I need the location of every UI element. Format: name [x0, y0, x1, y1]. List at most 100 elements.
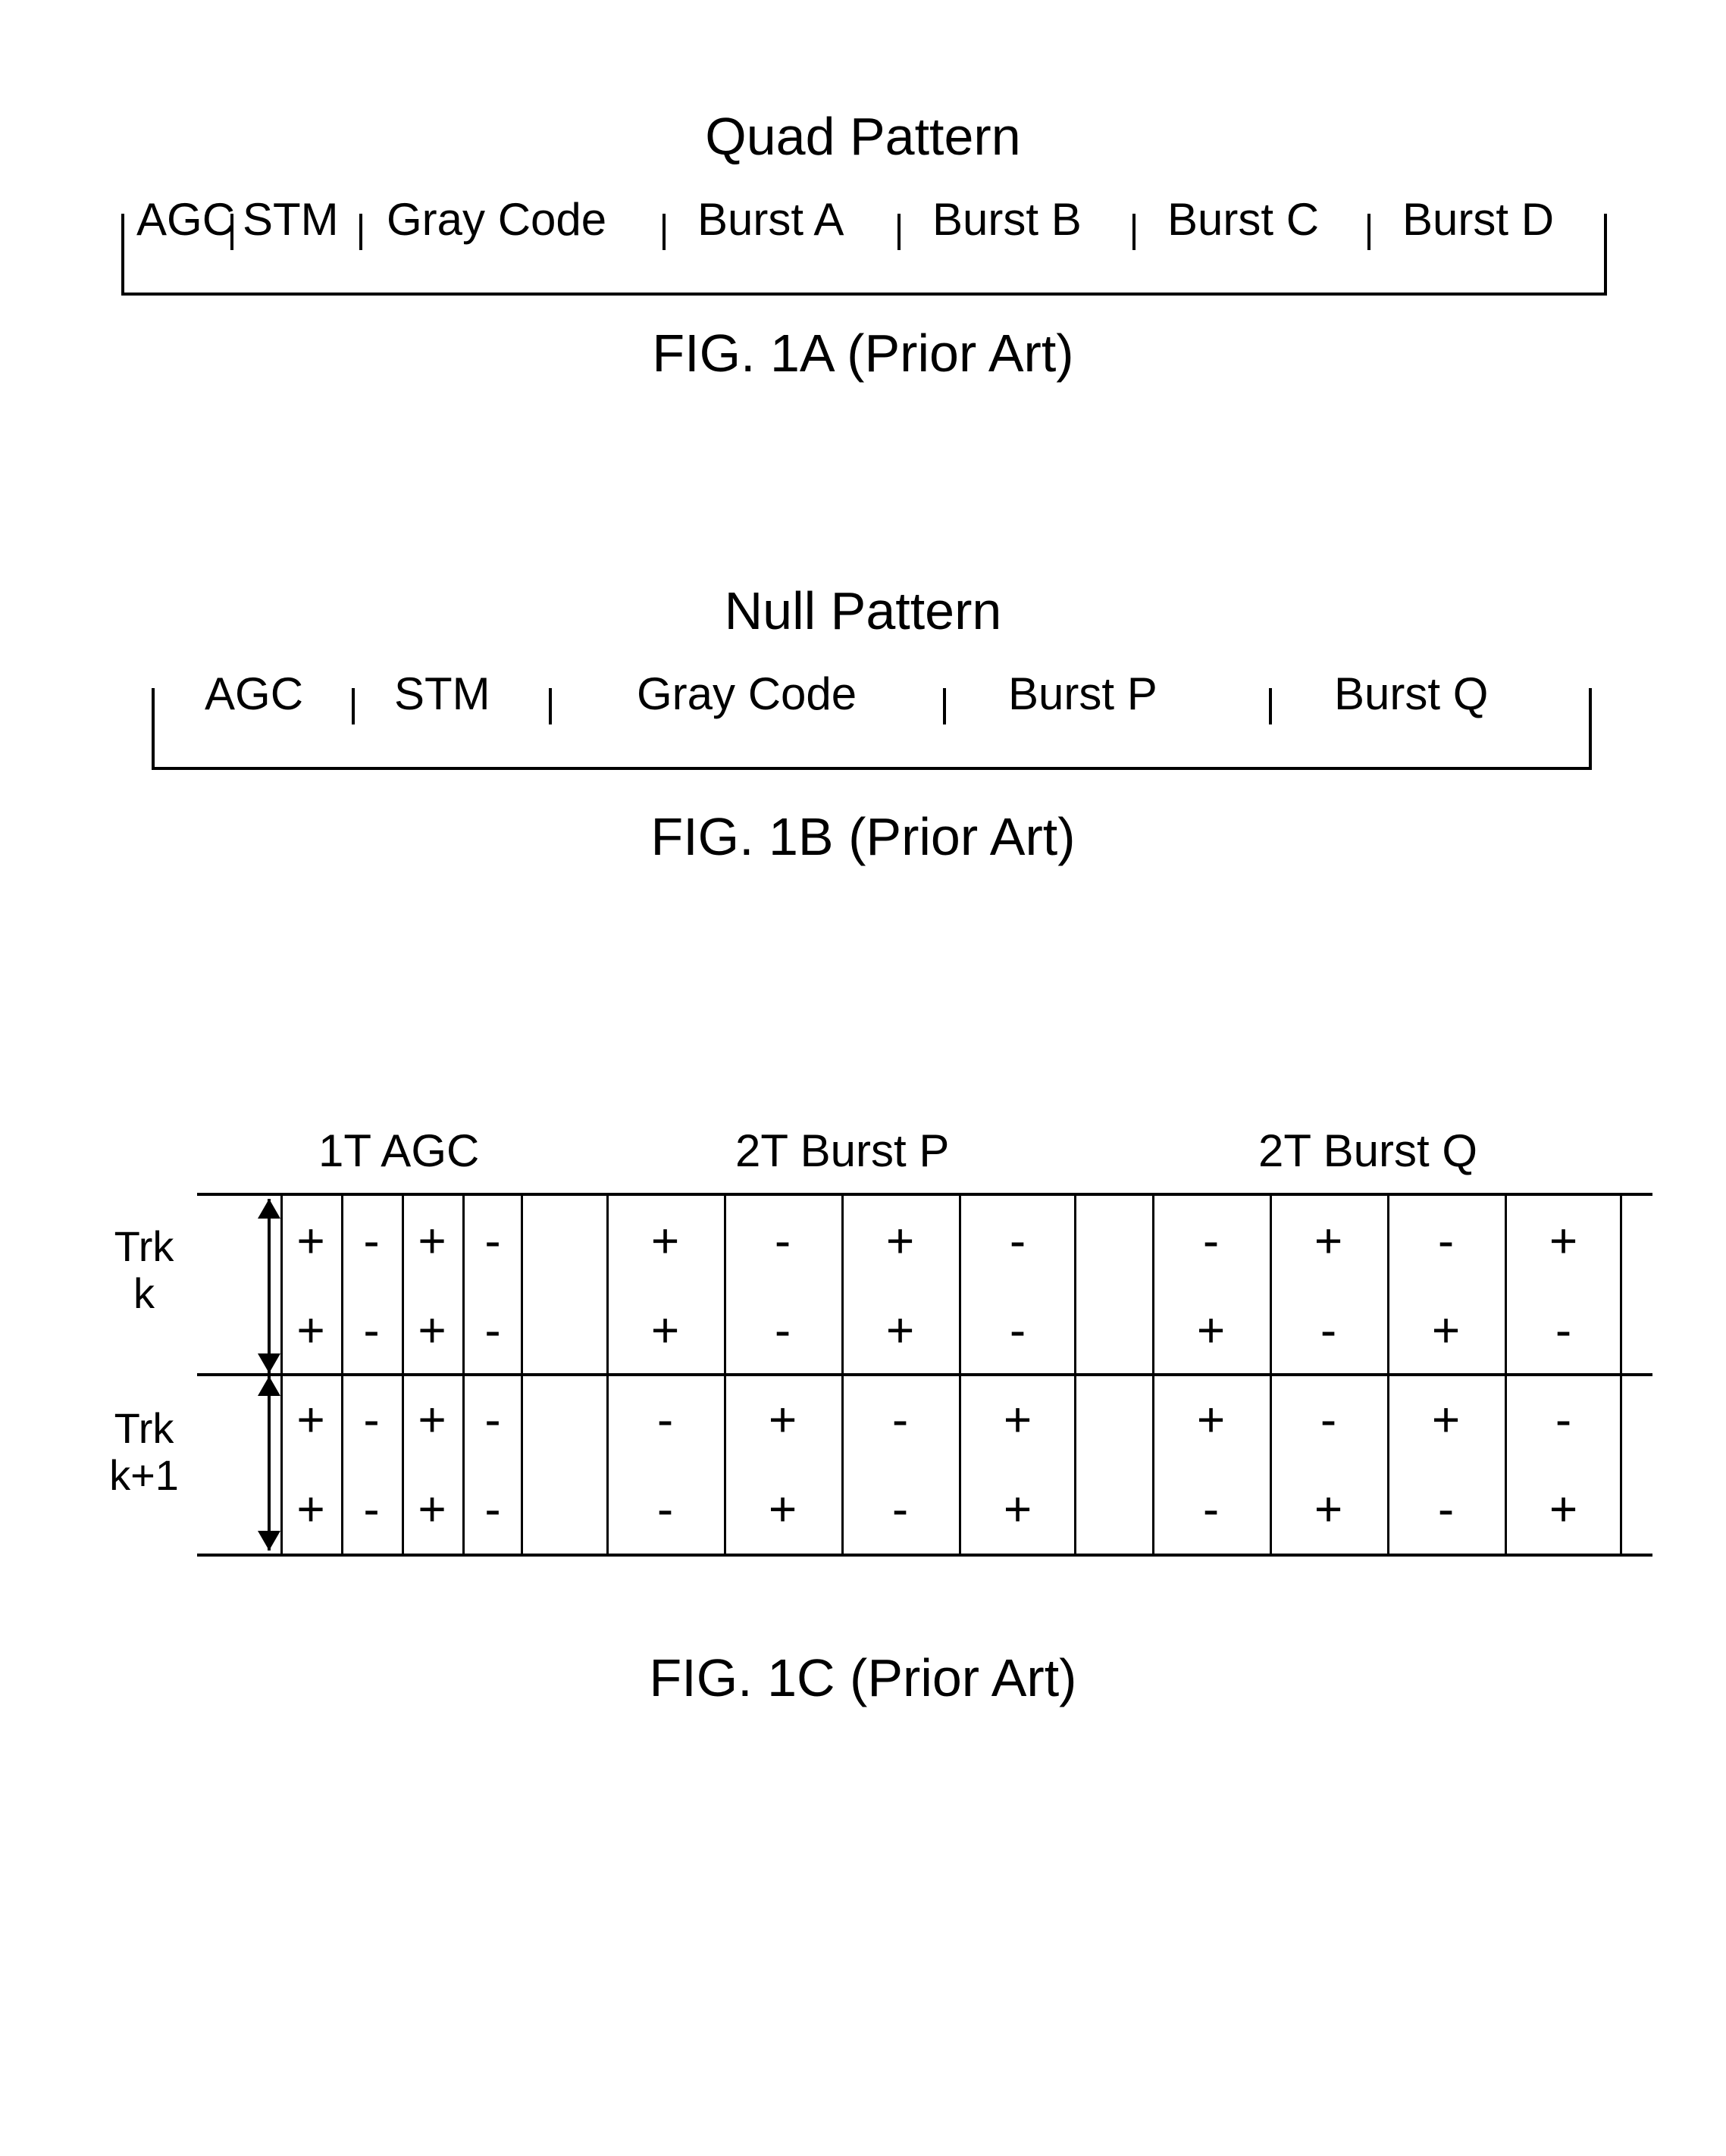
agc-r1c0: + [280, 1285, 341, 1375]
fig1b-title: Null Pattern [91, 580, 1635, 641]
bp-r3c2: - [841, 1464, 959, 1563]
figure-1a: Quad Pattern AGC STM Gray Code Burst A B… [91, 106, 1635, 383]
fig1c-body: Trk k Trk k+1 [91, 1193, 1635, 1557]
fig1b-field-graycode: Gray Code [637, 668, 857, 720]
bp-r2c0: - [606, 1375, 724, 1473]
bq-r2c1: - [1270, 1375, 1387, 1473]
bp-r1c1: - [724, 1285, 841, 1384]
bq-r3c1: + [1270, 1464, 1387, 1554]
fig1a-field-agc: AGC [136, 193, 235, 246]
fig1b-labels-row: AGC STM Gray Code Burst P Burst Q [152, 664, 1592, 724]
fig1c-track-k-label: Trk k [91, 1223, 197, 1316]
fig1a-div-1 [230, 214, 233, 250]
fig1b-caption: FIG. 1B (Prior Art) [91, 806, 1635, 867]
fig1b-div-4 [1269, 688, 1272, 724]
fig1c-caption: FIG. 1C (Prior Art) [91, 1648, 1635, 1708]
agc-r3c1: - [341, 1464, 402, 1563]
bp-r3c0: - [606, 1464, 724, 1563]
agc-r2c2: + [402, 1375, 462, 1464]
fig1b-field-burstp: Burst P [1008, 668, 1157, 720]
figure-1b: Null Pattern AGC STM Gray Code Burst P B… [91, 580, 1635, 867]
fig1c-block-burstq: - + - + + - + - + - + - - + - + [1152, 1196, 1622, 1554]
fig1a-field-burstd: Burst D [1402, 193, 1554, 246]
agc-r1c2: + [402, 1285, 462, 1375]
fig1c-headers: 1T AGC 2T Burst P 2T Burst Q [91, 1125, 1635, 1193]
fig1a-field-bursta: Burst A [697, 193, 844, 246]
bp-r2c2: - [841, 1375, 959, 1473]
bq-r0c1: + [1270, 1196, 1387, 1285]
fig1a-field-burstc: Burst C [1167, 193, 1319, 246]
bp-r0c3: - [959, 1196, 1076, 1294]
bp-r2c1: + [724, 1375, 841, 1464]
fig1a-labels-row: AGC STM Gray Code Burst A Burst B Burst … [121, 189, 1607, 250]
agc-r0c2: + [402, 1196, 462, 1285]
fig1a-div-6 [1367, 214, 1370, 250]
fig1b-div-1 [352, 688, 355, 724]
agc-r1c3: - [462, 1285, 523, 1384]
track-k1-top: Trk [114, 1404, 174, 1452]
fig1c-track-k1-label: Trk k+1 [91, 1405, 197, 1498]
bq-r1c0: + [1152, 1285, 1270, 1375]
fig1a-strip [121, 250, 1607, 296]
fig1a-div-5 [1132, 214, 1136, 250]
agc-r2c3: - [462, 1375, 523, 1473]
track-k-top: Trk [114, 1222, 174, 1270]
bp-r1c3: - [959, 1285, 1076, 1384]
bp-r1c2: + [841, 1285, 959, 1375]
fig1b-div-left [152, 688, 155, 724]
track-k-bot: k [133, 1269, 155, 1317]
fig1a-field-burstb: Burst B [932, 193, 1082, 246]
fig1a-field-stm: STM [243, 193, 339, 246]
bq-r1c2: + [1387, 1285, 1505, 1375]
fig1a-div-2 [359, 214, 362, 250]
agc-r1c1: - [341, 1285, 402, 1384]
fig1a-title: Quad Pattern [91, 106, 1635, 167]
agc-r2c0: + [280, 1375, 341, 1464]
fig1c-header-burstp: 2T Burst P [735, 1125, 949, 1177]
fig1c-block-burstp: + - + - + - + - - + - + - + - + [606, 1196, 1076, 1554]
fig1b-div-3 [943, 688, 946, 724]
fig1c-block-agc: + - + - + - + - + - + - + - + - [280, 1196, 523, 1554]
page: Quad Pattern AGC STM Gray Code Burst A B… [0, 0, 1726, 2156]
agc-r0c1: - [341, 1196, 402, 1294]
bp-r0c1: - [724, 1196, 841, 1294]
fig1c-header-agc: 1T AGC [318, 1125, 479, 1177]
bp-r3c1: + [724, 1464, 841, 1554]
bq-r3c0: - [1152, 1464, 1270, 1563]
agc-r3c0: + [280, 1464, 341, 1554]
fig1a-div-right [1604, 214, 1607, 250]
fig1a-caption: FIG. 1A (Prior Art) [91, 323, 1635, 383]
bq-r1c3: - [1505, 1285, 1622, 1384]
bq-r0c3: + [1505, 1196, 1622, 1285]
dim-arrow-trk-k1 [258, 1376, 280, 1551]
agc-r2c1: - [341, 1375, 402, 1473]
fig1b-strip [152, 724, 1592, 770]
bp-r0c0: + [606, 1196, 724, 1285]
dim-arrow-trk-k [258, 1199, 280, 1373]
fig1b-div-right [1589, 688, 1592, 724]
fig1b-field-agc: AGC [205, 668, 303, 720]
bq-r3c3: + [1505, 1464, 1622, 1554]
bq-r0c2: - [1387, 1196, 1505, 1294]
bq-r0c0: - [1152, 1196, 1270, 1294]
bq-r3c2: - [1387, 1464, 1505, 1563]
fig1a-div-3 [663, 214, 666, 250]
bp-r1c0: + [606, 1285, 724, 1375]
bq-r2c3: - [1505, 1375, 1622, 1473]
fig1a-field-graycode: Gray Code [387, 193, 606, 246]
fig1b-field-burstq: Burst Q [1334, 668, 1488, 720]
bq-r2c2: + [1387, 1375, 1505, 1464]
agc-r0c0: + [280, 1196, 341, 1285]
bp-r2c3: + [959, 1375, 1076, 1464]
agc-r0c3: - [462, 1196, 523, 1294]
bq-r1c1: - [1270, 1285, 1387, 1384]
fig1c-header-burstq: 2T Burst Q [1258, 1125, 1477, 1177]
fig1a-div-4 [897, 214, 901, 250]
bp-r3c3: + [959, 1464, 1076, 1554]
fig1b-field-stm: STM [394, 668, 490, 720]
agc-r3c3: - [462, 1464, 523, 1563]
fig1b-div-2 [549, 688, 552, 724]
fig1a-div-left [121, 214, 124, 250]
track-k1-bot: k+1 [109, 1451, 179, 1499]
bq-r2c0: + [1152, 1375, 1270, 1464]
